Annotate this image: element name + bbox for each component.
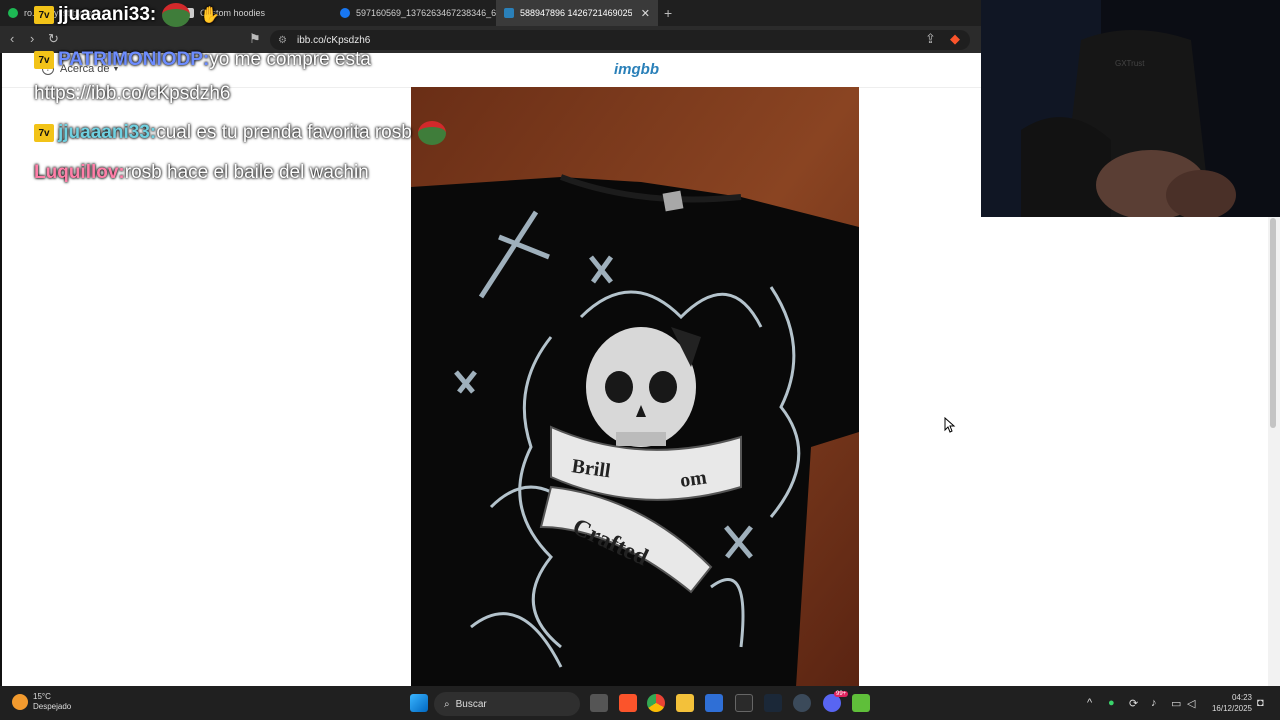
peepo-santa-emote-icon <box>417 121 446 145</box>
7tv-badge-icon: 7v <box>34 51 54 69</box>
search-icon: ⌕ <box>444 698 450 710</box>
close-icon[interactable]: ✕ <box>641 7 650 20</box>
chat-username: PATRIMONIODP: <box>58 49 210 70</box>
chat-message-4: Luquillov: rosb hace el baile del wachin <box>34 162 369 184</box>
clock-time: 04:23 <box>1231 693 1252 702</box>
chat-message-2: 7v PATRIMONIODP: yo me compre esta <box>34 49 371 71</box>
chat-text: https://ibb.co/cKpsdzh6 <box>34 83 231 104</box>
tab-label: 597160569_1376263467238346_678... <box>356 8 514 18</box>
webcam-feed: GXTrust <box>981 0 1280 217</box>
file-explorer-icon[interactable] <box>676 694 694 712</box>
epic-games-icon[interactable] <box>735 694 753 712</box>
hand-emote-icon: ✋ <box>200 7 221 24</box>
search-label: Buscar <box>455 698 487 710</box>
tshirt-image: Brill om Crafted <box>411 87 859 686</box>
mouse-cursor-icon <box>944 417 956 433</box>
weather-widget[interactable]: 15°C Despejado <box>12 692 71 712</box>
7tv-badge-icon: 7v <box>34 6 54 24</box>
network-icon[interactable]: ▭ <box>1171 697 1181 710</box>
bookmark-icon[interactable]: ⚑ <box>249 31 261 47</box>
chat-text: rosb hace el baile del wachin <box>124 162 369 183</box>
steam-icon[interactable] <box>764 694 782 712</box>
tab-facebook-image[interactable]: 597160569_1376263467238346_678... <box>332 0 514 26</box>
imgbb-logo[interactable]: imgbb <box>614 61 659 78</box>
chat-text: cual es tu prenda favorita rosb <box>156 122 412 143</box>
spotify-icon <box>8 8 18 18</box>
show-hidden-icons-icon[interactable]: ^ <box>1087 697 1092 709</box>
forward-icon[interactable]: › <box>30 31 34 46</box>
tab-label: 588947896 1426721469025132... <box>520 8 632 18</box>
chat-message-3: 7v jjuaaani33: cual es tu prenda favorit… <box>34 121 446 145</box>
clock[interactable]: 04:23 16/12/2025 <box>1204 692 1252 714</box>
notification-bell-icon[interactable]: ◘ <box>1257 697 1264 709</box>
start-button-icon[interactable] <box>410 694 428 712</box>
chat-username: jjuaaani33: <box>58 4 157 25</box>
chat-message-1: 7v jjuaaani33: ✋ <box>34 3 220 27</box>
site-info-icon[interactable]: ⚙ <box>278 35 287 46</box>
search-box[interactable]: ⌕ Buscar <box>434 692 580 716</box>
chat-username: Luquillov: <box>34 162 125 183</box>
shirt-print-top-right-text: om <box>679 466 709 492</box>
chrome-icon[interactable] <box>647 694 665 712</box>
app-icon[interactable] <box>793 694 811 712</box>
streamer-camera-image: GXTrust <box>981 0 1280 217</box>
7tv-badge-icon: 7v <box>34 124 54 142</box>
brave-browser-icon[interactable] <box>619 694 637 712</box>
task-view-icon[interactable] <box>590 694 608 712</box>
chat-text: yo me compre esta <box>209 49 371 70</box>
brave-shield-icon[interactable]: ◆ <box>950 31 960 47</box>
minecraft-icon[interactable] <box>852 694 870 712</box>
weather-desc: Despejado <box>33 702 72 711</box>
peepo-santa-emote-icon <box>162 3 191 27</box>
chair-brand-text: GXTrust <box>1115 59 1145 68</box>
status-dot-icon[interactable]: ● <box>1108 697 1115 709</box>
sync-icon[interactable]: ⟳ <box>1129 697 1138 710</box>
weather-icon <box>12 694 28 710</box>
address-bar[interactable]: ⚙ ibb.co/cKpsdzh6 <box>270 30 970 50</box>
back-icon[interactable]: ‹ <box>10 31 14 46</box>
imgbb-icon <box>504 8 514 18</box>
scrollbar-thumb[interactable] <box>1270 218 1276 428</box>
chat-username: jjuaaani33: <box>58 122 157 143</box>
new-tab-button[interactable]: + <box>664 5 672 21</box>
facebook-icon <box>340 8 350 18</box>
weather-temp: 15°C <box>33 692 51 701</box>
tab-imgbb-image[interactable]: 588947896 1426721469025132... ✕ <box>496 0 658 26</box>
share-icon[interactable]: ⇪ <box>925 31 936 47</box>
microphone-icon[interactable]: ♪ <box>1151 697 1157 709</box>
chat-message-2-continued: https://ibb.co/cKpsdzh6 <box>34 83 230 105</box>
url-text: ibb.co/cKpsdzh6 <box>296 34 371 46</box>
reload-icon[interactable]: ↻ <box>48 31 59 47</box>
volume-icon[interactable]: ◁ <box>1187 697 1195 710</box>
notification-badge: 99+ <box>834 691 849 697</box>
shirt-photo[interactable]: Brill om Crafted <box>411 87 859 686</box>
clock-date: 16/12/2025 <box>1211 704 1252 713</box>
microsoft-store-icon[interactable] <box>705 694 723 712</box>
